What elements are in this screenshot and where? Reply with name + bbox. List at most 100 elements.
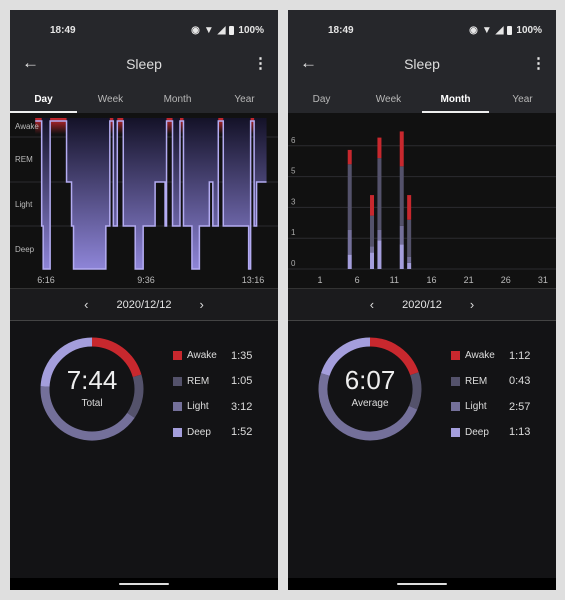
time-tick-label: 13:16 bbox=[242, 275, 265, 285]
bar-segment-deep[interactable] bbox=[370, 252, 375, 269]
legend-stage: Deep bbox=[187, 426, 211, 438]
toolbar: ← Sleep ⋮ bbox=[10, 45, 278, 85]
y-tick-label: 6 bbox=[291, 136, 296, 145]
bar-segment-light[interactable] bbox=[407, 256, 412, 263]
bar-segment-deep[interactable] bbox=[347, 254, 352, 269]
hypnogram: Awake REM Light Deep 6:16 9:36 13:16 bbox=[10, 118, 278, 285]
month-view-panel: 18:49 ◉ ▼ ◢ 100% ← Sleep ⋮ Day Week Mont… bbox=[288, 10, 556, 590]
bar-segment-rem[interactable] bbox=[407, 219, 412, 257]
legend-item-deep: Deep 1:13 bbox=[451, 420, 530, 446]
legend-item-rem: REM 0:43 bbox=[451, 369, 530, 395]
legend-duration: 1:13 bbox=[509, 426, 531, 439]
day-view-panel: 18:49 ◉ ▼ ◢ 100% ← Sleep ⋮ Day Week Mont… bbox=[10, 10, 278, 590]
bar-segment-awake[interactable] bbox=[407, 195, 412, 220]
system-nav-bar bbox=[288, 578, 556, 590]
legend-item-awake: Awake 1:35 bbox=[173, 343, 252, 369]
battery-icon bbox=[229, 26, 235, 35]
tab-year[interactable]: Year bbox=[489, 85, 556, 113]
current-date: 2020/12 bbox=[402, 298, 442, 311]
period-tabs: Day Week Month Year bbox=[10, 85, 278, 113]
summary-label: Average bbox=[351, 398, 389, 409]
bar-segment-light[interactable] bbox=[347, 229, 352, 255]
legend-duration: 2:57 bbox=[509, 400, 531, 413]
bar-segment-rem[interactable] bbox=[377, 158, 382, 230]
legend-item-awake: Awake 1:12 bbox=[451, 343, 530, 369]
battery-level: 100% bbox=[516, 25, 542, 36]
tab-week[interactable]: Week bbox=[355, 85, 422, 113]
chevron-right-icon[interactable]: › bbox=[470, 297, 474, 312]
y-tick-label: 5 bbox=[291, 167, 296, 176]
legend-item-deep: Deep 1:52 bbox=[173, 420, 252, 446]
period-tabs: Day Week Month Year bbox=[288, 85, 556, 113]
bar-segment-rem[interactable] bbox=[399, 166, 404, 226]
sleep-chart: 0 1 3 5 6 1 6 11 16 21 26 31 bbox=[288, 113, 556, 288]
tab-year[interactable]: Year bbox=[211, 85, 278, 113]
time-tick-label: 6:16 bbox=[37, 275, 55, 285]
legend-duration: 1:12 bbox=[509, 349, 531, 362]
date-navigator: ‹ 2020/12 › bbox=[288, 288, 556, 321]
time-tick-label: 9:36 bbox=[137, 275, 155, 285]
status-time: 18:49 bbox=[50, 25, 76, 36]
signal-icon: ◢ bbox=[217, 25, 226, 36]
x-tick-label: 11 bbox=[390, 275, 399, 285]
tab-day[interactable]: Day bbox=[288, 85, 355, 113]
chevron-left-icon[interactable]: ‹ bbox=[84, 297, 88, 312]
chevron-left-icon[interactable]: ‹ bbox=[370, 297, 374, 312]
bar-segment-deep[interactable] bbox=[399, 244, 404, 269]
legend-item-light: Light 2:57 bbox=[451, 394, 530, 420]
sleep-chart: Awake REM Light Deep 6:16 9:36 13:16 bbox=[10, 113, 278, 288]
sleep-summary: 7:44 Total Awake 1:35 REM 1:05 Light 3:12 Deep… bbox=[10, 321, 278, 578]
sleep-summary: 6:07 Average Awake 1:12 REM 0:43 Light 2:57 De… bbox=[288, 321, 556, 578]
legend-swatch bbox=[451, 351, 460, 361]
legend-stage: Light bbox=[465, 401, 487, 413]
status-bar: 18:49 ◉ ▼ ◢ 100% bbox=[288, 10, 556, 45]
bar-segment-rem[interactable] bbox=[347, 164, 352, 230]
legend-duration: 1:35 bbox=[231, 349, 253, 362]
bar-segment-light[interactable] bbox=[370, 246, 375, 253]
eye-icon: ◉ bbox=[191, 25, 200, 36]
more-vert-icon[interactable]: ⋮ bbox=[253, 54, 268, 72]
bar-segment-awake[interactable] bbox=[377, 137, 382, 159]
system-nav-bar bbox=[10, 578, 278, 590]
stage-label: Awake bbox=[15, 122, 39, 131]
bar-segment-awake[interactable] bbox=[347, 149, 352, 165]
legend-stage: Awake bbox=[465, 350, 495, 362]
bar-segment-light[interactable] bbox=[377, 229, 382, 241]
legend-item-light: Light 3:12 bbox=[173, 394, 252, 420]
legend-stage: REM bbox=[465, 375, 488, 387]
bar-segment-awake[interactable] bbox=[370, 195, 375, 216]
home-handle[interactable] bbox=[119, 583, 169, 585]
tab-week[interactable]: Week bbox=[77, 85, 144, 113]
bar-segment-light[interactable] bbox=[399, 225, 404, 245]
bar-segment-deep[interactable] bbox=[377, 240, 382, 269]
wifi-icon: ▼ bbox=[481, 25, 492, 36]
tab-day[interactable]: Day bbox=[10, 85, 77, 113]
battery-icon bbox=[507, 26, 513, 35]
bar-segment-awake[interactable] bbox=[399, 131, 404, 167]
bar-segment-deep[interactable] bbox=[407, 262, 412, 269]
x-tick-label: 16 bbox=[426, 275, 436, 285]
tab-month[interactable]: Month bbox=[422, 85, 489, 113]
bar-segment-rem[interactable] bbox=[370, 215, 375, 247]
more-vert-icon[interactable]: ⋮ bbox=[531, 54, 546, 72]
legend-stage: REM bbox=[187, 375, 210, 387]
stage-legend: Awake 1:35 REM 1:05 Light 3:12 Deep 1:52 bbox=[173, 343, 252, 445]
legend-swatch bbox=[173, 402, 182, 412]
legend-swatch bbox=[173, 427, 182, 437]
summary-value: 7:44 bbox=[66, 365, 118, 395]
chevron-right-icon[interactable]: › bbox=[200, 297, 204, 312]
legend-duration: 1:05 bbox=[231, 375, 253, 388]
signal-icon: ◢ bbox=[495, 25, 504, 36]
legend-duration: 0:43 bbox=[509, 375, 531, 388]
toolbar: ← Sleep ⋮ bbox=[288, 45, 556, 85]
legend-duration: 1:52 bbox=[231, 426, 253, 439]
status-bar: 18:49 ◉ ▼ ◢ 100% bbox=[10, 10, 278, 45]
current-date: 2020/12/12 bbox=[116, 298, 172, 311]
legend-swatch bbox=[451, 427, 460, 437]
tab-month[interactable]: Month bbox=[144, 85, 211, 113]
legend-stage: Deep bbox=[465, 426, 489, 438]
summary-label: Total bbox=[81, 398, 103, 409]
y-tick-label: 1 bbox=[291, 228, 296, 237]
x-tick-label: 31 bbox=[538, 275, 548, 285]
home-handle[interactable] bbox=[397, 583, 447, 585]
